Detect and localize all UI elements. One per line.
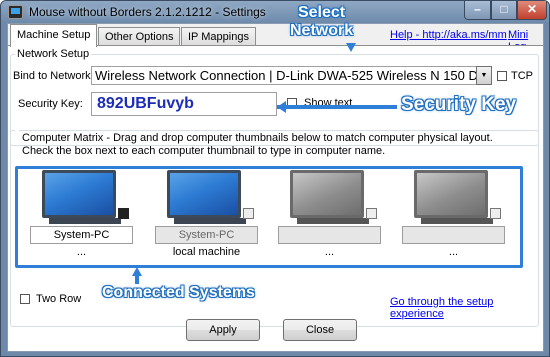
setup-experience-link[interactable]: Go through the setup experience [390,296,543,320]
minimize-button[interactable]: – [464,1,491,20]
bind-network-label: Bind to Network: [13,70,94,82]
window-title: Mouse without Borders 2.1.2.1212 - Setti… [29,5,266,19]
connected-systems-callout: Connected Systems [102,284,255,301]
app-icon [8,5,23,19]
arrow-down-icon [346,43,356,52]
arrow-stem-icon [135,274,139,284]
security-key-label: Security Key: [18,98,83,110]
tab-other-options[interactable]: Other Options [98,27,181,46]
network-setup-legend: Network Setup [17,48,90,60]
tab-ip-mappings[interactable]: IP Mappings [181,27,256,46]
two-row-checkbox[interactable] [20,294,30,304]
tcp-checkbox[interactable] [497,71,507,81]
arrow-line-icon [277,105,397,109]
connected-systems-frame [15,166,523,268]
apply-button[interactable]: Apply [186,319,260,341]
bind-network-select[interactable]: Wireless Network Connection | D-Link DWA… [91,66,477,85]
maximize-button[interactable]: □ [491,1,517,20]
help-link[interactable]: Help - http://aka.ms/mm [390,29,507,41]
tab-machine-setup[interactable]: Machine Setup [10,24,98,47]
title-bar[interactable]: Mouse without Borders 2.1.2.1212 - Setti… [1,1,549,23]
tcp-label: TCP [511,70,533,82]
arrow-left-icon [277,101,286,113]
computer-matrix-title: Computer Matrix [22,132,104,144]
computer-matrix-description: Computer Matrix - Drag and drop computer… [22,132,522,158]
settings-window: Mouse without Borders 2.1.2.1212 - Setti… [0,0,550,357]
security-key-input[interactable]: 892UBFuvyb [91,92,277,116]
security-key-callout: Security Key [401,94,517,115]
close-button[interactable]: Close [283,319,357,341]
tab-strip: Machine Setup Other Options IP Mappings … [8,24,543,53]
chevron-down-icon[interactable]: ▼ [476,66,492,85]
close-window-button[interactable]: ✕ [517,1,547,20]
select-network-callout: Select Network [290,4,354,39]
two-row-label: Two Row [36,293,82,305]
